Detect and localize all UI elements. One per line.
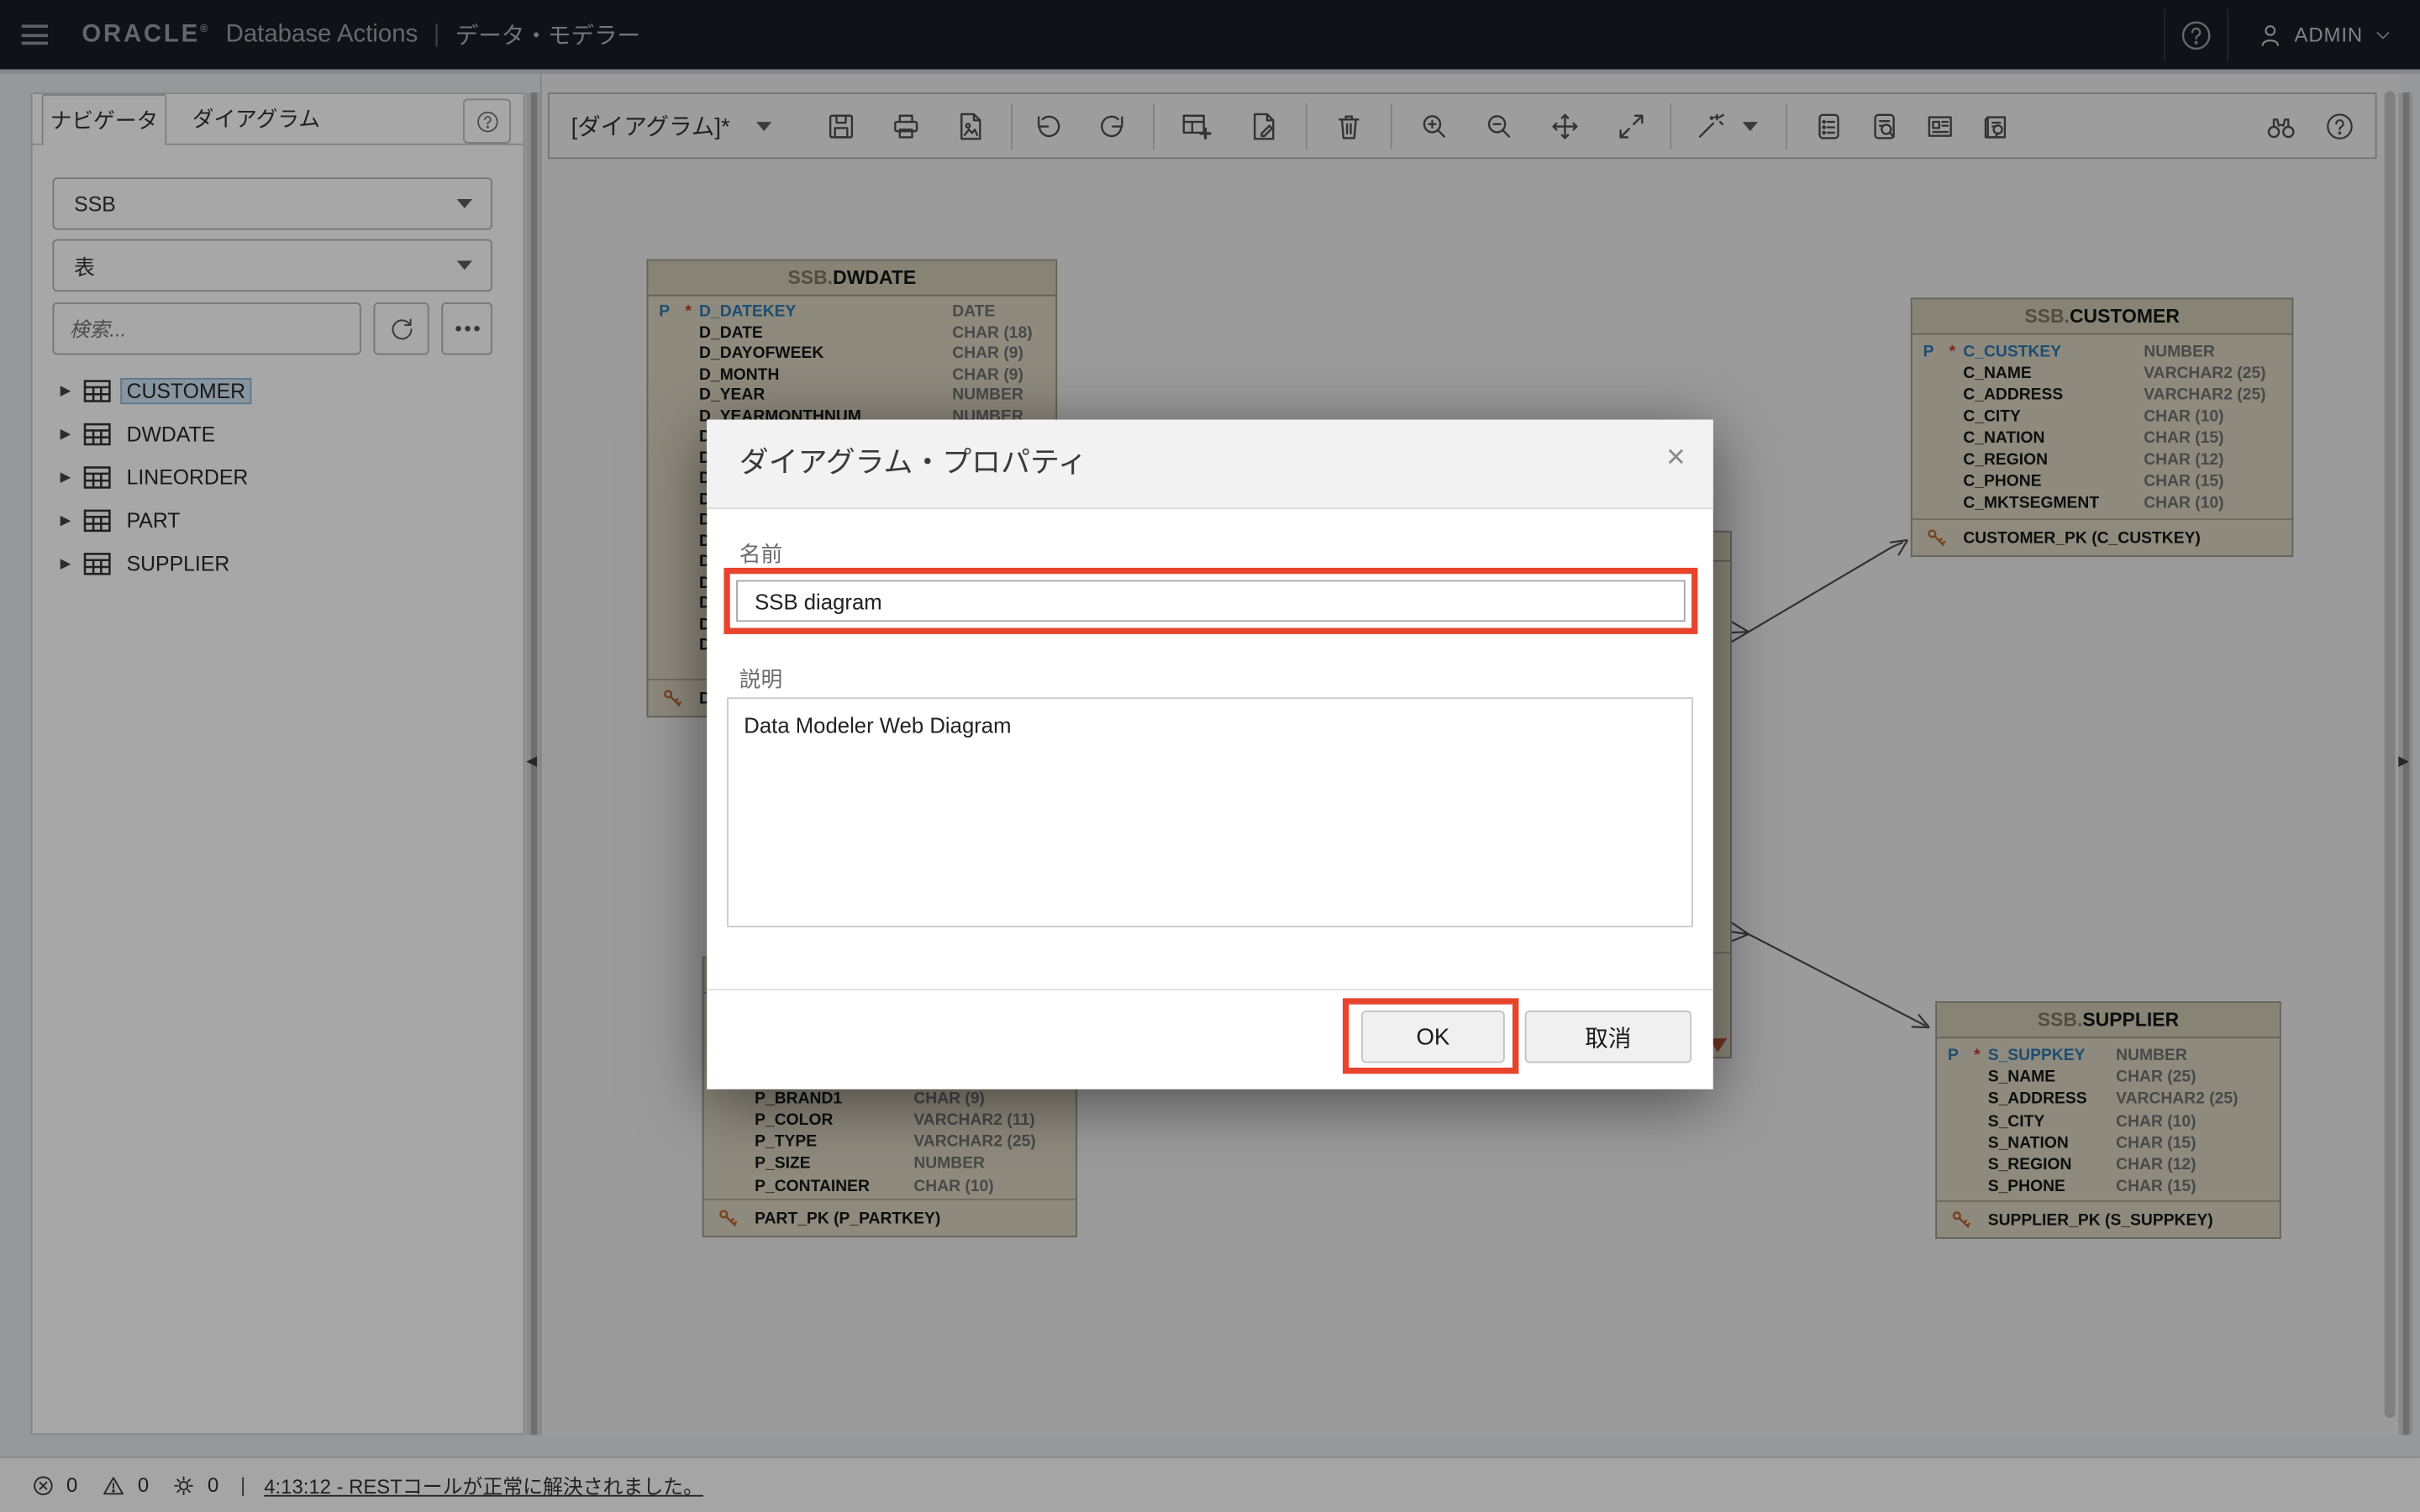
diagram-name-input[interactable] bbox=[736, 580, 1686, 622]
diagram-description-textarea[interactable]: Data Modeler Web Diagram bbox=[727, 697, 1693, 927]
diagram-properties-dialog: ダイアグラム・プロパティ × 名前 説明 Data Modeler Web Di… bbox=[707, 420, 1713, 1089]
ok-button[interactable]: OK bbox=[1361, 1011, 1505, 1063]
dialog-header: ダイアグラム・プロパティ × bbox=[707, 420, 1713, 510]
close-icon[interactable]: × bbox=[1666, 441, 1686, 474]
name-label: 名前 bbox=[739, 538, 782, 570]
dialog-title: ダイアグラム・プロパティ bbox=[739, 420, 1087, 510]
description-label: 説明 bbox=[739, 664, 782, 695]
cancel-button[interactable]: 取消 bbox=[1525, 1011, 1691, 1063]
dialog-footer-divider bbox=[707, 989, 1713, 990]
